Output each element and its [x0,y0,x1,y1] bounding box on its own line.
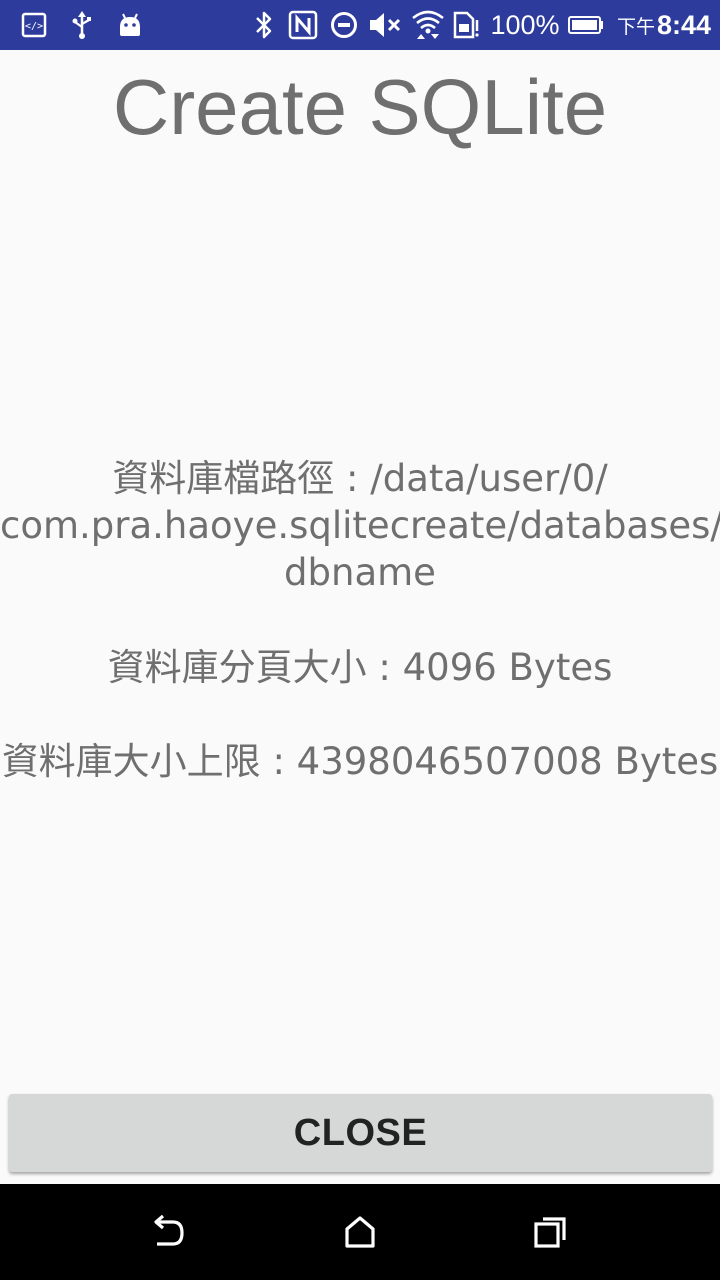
db-path-line: dbname [284,551,436,594]
battery-percent: 100% [490,9,560,40]
close-button[interactable]: CLOSE [9,1094,712,1172]
wifi-icon [411,0,445,50]
home-icon[interactable] [330,1202,390,1262]
close-button-label: CLOSE [293,1111,428,1154]
usb-icon [70,0,94,50]
sim-icon [451,0,481,50]
db-path-text: 資料庫檔路徑 : /data/user/0/ com.pra.haoye.sql… [0,455,720,596]
db-max-size-text: 資料庫大小上限 : 4398046507008 Bytes [1,740,719,783]
do-not-disturb-icon [329,0,359,50]
developer-mode-icon: </> [20,0,48,50]
back-icon[interactable] [137,1202,197,1262]
db-page-size-text: 資料庫分頁大小 : 4096 Bytes [107,646,613,689]
navigation-bar [0,1184,720,1280]
status-bar: </> 100% 下午 8:44 [0,0,720,50]
clock: 下午 8:44 [616,9,712,40]
bluetooth-icon [252,0,276,50]
svg-text:</>: </> [25,21,43,32]
android-icon [116,0,144,50]
db-path-line: com.pra.haoye.sqlitecreate/databases/ [0,504,720,547]
page-title: Create SQLite [112,63,608,151]
recents-icon[interactable] [521,1202,581,1262]
volume-muted-icon [367,0,403,50]
battery-icon [566,0,606,50]
db-path-line: 資料庫檔路徑 : /data/user/0/ [112,457,608,500]
nfc-icon [287,0,319,50]
